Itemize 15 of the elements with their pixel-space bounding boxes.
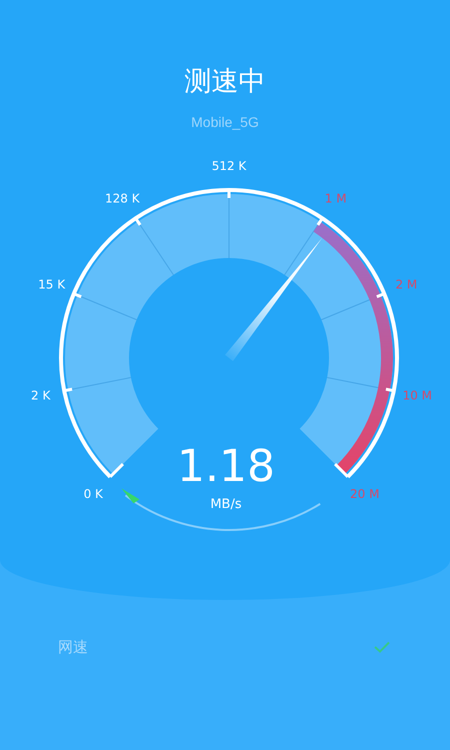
speed-value: 1.18 <box>177 441 275 492</box>
scale-label: 15 K <box>38 278 66 292</box>
speed-unit: MB/s <box>210 497 242 512</box>
result-label: 网速 <box>58 636 88 658</box>
scale-label: 1 M <box>324 191 347 206</box>
scale-label: 2 K <box>31 388 50 402</box>
scale-label: 512 K <box>212 159 246 173</box>
scale-label: 128 K <box>105 191 140 206</box>
page-title: 测速中 <box>184 65 266 99</box>
scale-label: 2 M <box>395 278 418 292</box>
progress-marker-icon <box>122 488 140 504</box>
scale-label: 10 M <box>402 388 432 402</box>
network-name: Mobile_5G <box>191 113 259 132</box>
scale-label: 20 M <box>350 486 380 501</box>
scale-label: 0 K <box>84 486 103 501</box>
